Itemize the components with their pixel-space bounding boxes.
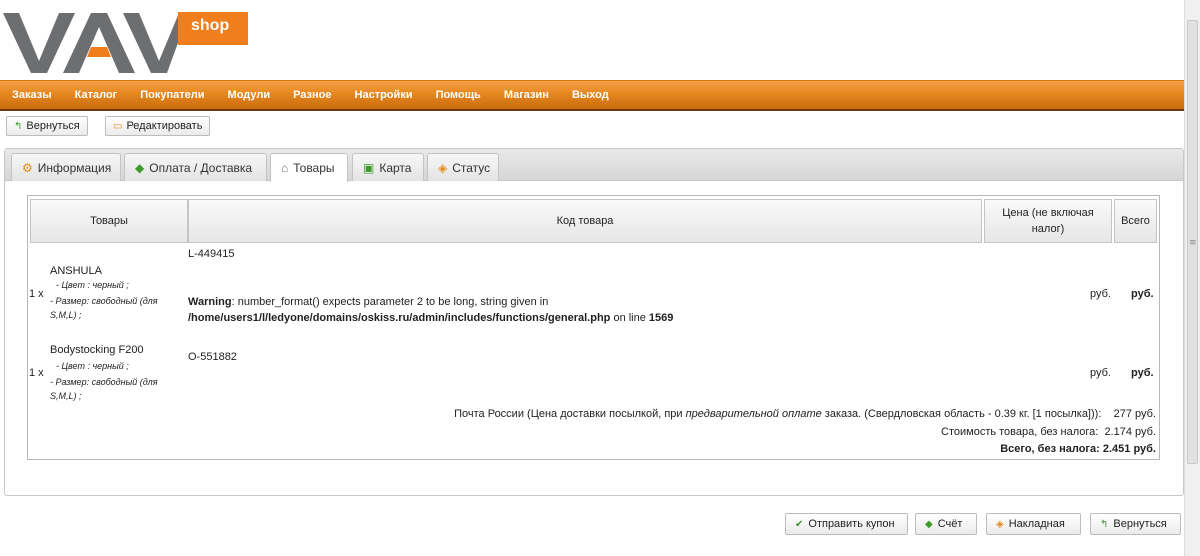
header-products: Товары xyxy=(30,199,188,243)
tab-map[interactable]: ▣ Карта xyxy=(352,153,424,181)
php-warning: Warning: number_format() expects paramet… xyxy=(188,294,673,326)
menu-item-catalog[interactable]: Каталог xyxy=(75,89,118,101)
tab-map-label: Карта xyxy=(379,160,412,175)
map-icon: ▣ xyxy=(363,160,375,175)
product-attr: - Размер: свободный (для S,M,L) ; xyxy=(50,377,158,401)
back-arrow-icon: ↰ xyxy=(14,120,23,132)
product-name[interactable]: ANSHULA xyxy=(50,265,102,277)
invoice-icon: ◆ xyxy=(925,518,933,530)
tab-status[interactable]: ◈ Статус xyxy=(427,153,499,181)
tab-bar: ⚙ Информация ◆ Оплата / Доставка ⌂ Товар… xyxy=(5,149,1183,182)
back-bottom-label: Вернуться xyxy=(1113,518,1167,530)
send-coupon-button[interactable]: ✔ Отправить купон xyxy=(785,513,908,535)
header-total: Всего xyxy=(1114,199,1157,243)
product-qty: 1 x xyxy=(29,367,44,379)
subtotal-line: Стоимость товара, без налога: 2.174 руб. xyxy=(941,426,1156,438)
packing-icon: ◈ xyxy=(996,518,1004,530)
menu-item-help[interactable]: Помощь xyxy=(436,89,481,101)
product-qty: 1 x xyxy=(29,288,44,300)
menu-item-misc[interactable]: Разное xyxy=(293,89,331,101)
scrollbar-grip-icon: ≡ xyxy=(1189,238,1197,248)
logo[interactable]: shop xyxy=(3,9,248,75)
warning-path: /home/users1/l/ledyone/domains/oskiss.ru… xyxy=(188,312,611,324)
shipping-value: 277 руб. xyxy=(1113,408,1156,420)
info-icon: ⚙ xyxy=(22,160,33,175)
tab-products-label: Товары xyxy=(293,161,335,175)
product-attr: - Цвет : черный ; xyxy=(56,280,129,290)
main-menu: Заказы Каталог Покупатели Модули Разное … xyxy=(0,80,1184,111)
menu-item-settings[interactable]: Настройки xyxy=(355,89,413,101)
logo-shop-badge: shop xyxy=(178,12,248,45)
menu-item-logout[interactable]: Выход xyxy=(572,89,609,101)
shipping-label-pre: Почта России (Цена доставки посылкой, пр… xyxy=(454,408,686,420)
edit-button[interactable]: ▭ Редактировать xyxy=(105,116,211,136)
back-button-label: Вернуться xyxy=(26,120,80,132)
menu-item-modules[interactable]: Модули xyxy=(228,89,271,101)
header-total-label: Всего xyxy=(1121,215,1150,227)
grand-total-label: Всего, без налога: xyxy=(1000,443,1100,455)
header-price-label: Цена (не включая налог) xyxy=(1002,207,1094,235)
check-icon: ✔ xyxy=(795,518,804,530)
invoice-label: Счёт xyxy=(937,518,963,530)
subtotal-label: Стоимость товара, без налога: xyxy=(941,426,1099,438)
product-total: руб. xyxy=(1131,288,1154,300)
logo-shop-text: shop xyxy=(191,17,230,34)
warning-line: 1569 xyxy=(648,312,674,324)
back-button-bottom[interactable]: ↰ Вернуться xyxy=(1090,513,1181,535)
product-attr: - Цвет : черный ; xyxy=(56,361,129,371)
grand-total-line: Всего, без налога: 2.451 руб. xyxy=(1000,443,1156,455)
tab-payment-shipping[interactable]: ◆ Оплата / Доставка xyxy=(124,153,267,181)
warning-message: : number_format() expects parameter 2 to… xyxy=(231,296,549,308)
invoice-button[interactable]: ◆ Счёт xyxy=(915,513,977,535)
menu-item-shop[interactable]: Магазин xyxy=(504,89,549,101)
products-icon: ⌂ xyxy=(281,161,289,175)
edit-icon: ▭ xyxy=(113,120,123,132)
payment-icon: ◆ xyxy=(135,160,145,175)
order-products-table: Товары Код товара Цена (не включая налог… xyxy=(27,195,1160,460)
header-price: Цена (не включая налог) xyxy=(984,199,1112,243)
packing-slip-button[interactable]: ◈ Накладная xyxy=(986,513,1081,535)
product-name[interactable]: Bodystocking F200 xyxy=(50,344,144,356)
warning-label: Warning xyxy=(188,296,232,308)
product-price: руб. xyxy=(1090,367,1111,379)
header: shop xyxy=(0,0,1184,80)
product-code: O-551882 xyxy=(188,351,237,363)
product-price: руб. xyxy=(1090,288,1111,300)
tab-products[interactable]: ⌂ Товары xyxy=(270,153,348,182)
tab-info-label: Информация xyxy=(37,160,112,175)
shipping-total-line: Почта России (Цена доставки посылкой, пр… xyxy=(454,408,1156,420)
send-coupon-label: Отправить купон xyxy=(808,518,895,530)
menu-item-orders[interactable]: Заказы xyxy=(12,89,52,101)
warning-on-line: on line xyxy=(610,312,649,324)
vertical-scrollbar[interactable]: ≡ xyxy=(1184,0,1200,556)
shipping-label-post: заказа. (Свердловская область - 0.39 кг.… xyxy=(821,408,1102,420)
packing-label: Накладная xyxy=(1008,518,1065,530)
back-button-top[interactable]: ↰ Вернуться xyxy=(6,116,88,136)
menu-item-customers[interactable]: Покупатели xyxy=(140,89,204,101)
header-products-label: Товары xyxy=(90,215,128,227)
tab-payment-label: Оплата / Доставка xyxy=(149,160,253,175)
shipping-label-em: предварительной оплате xyxy=(685,408,822,420)
tab-status-label: Статус xyxy=(452,160,491,175)
grand-total-value: 2.451 руб. xyxy=(1102,443,1156,455)
logo-icon xyxy=(3,13,183,73)
product-code: L-449415 xyxy=(188,248,235,260)
edit-button-label: Редактировать xyxy=(126,120,203,132)
back-arrow-icon: ↰ xyxy=(1100,518,1109,530)
tab-info[interactable]: ⚙ Информация xyxy=(11,153,121,181)
product-attr: - Размер: свободный (для S,M,L) ; xyxy=(50,296,158,320)
status-icon: ◈ xyxy=(438,160,448,175)
header-code-label: Код товара xyxy=(556,215,614,227)
subtotal-value: 2.174 руб. xyxy=(1104,426,1156,438)
product-total: руб. xyxy=(1131,367,1154,379)
header-code: Код товара xyxy=(188,199,982,243)
